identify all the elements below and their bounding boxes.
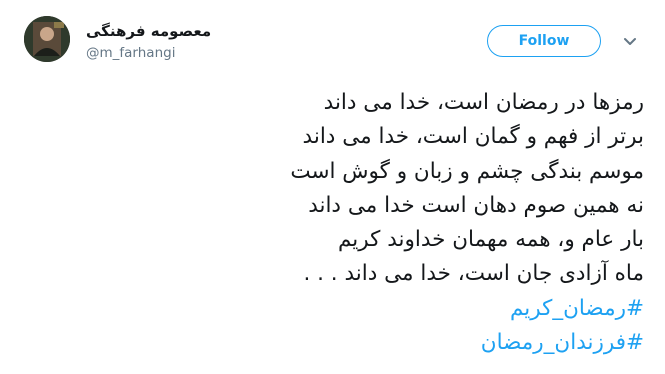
tweet-line: ماه آزادی جان است، خدا می داند . . . — [303, 261, 644, 287]
hashtag-link[interactable]: #فرزندان_رمضان — [44, 326, 644, 360]
user-info: معصومه فرهنگی @m_farhangi — [86, 21, 211, 62]
tweet-line: نه همین صوم دهان است خدا می داند — [308, 192, 644, 218]
tweet-line: بار عام و، همه مهمان خداوند کریم — [337, 227, 644, 253]
tweet-line: رمزها در رمضان است، خدا می داند — [323, 90, 644, 115]
profile-photo-avatar — [24, 16, 70, 62]
tweet-line: برتر از فهم و گمان است، خدا می داند — [302, 124, 644, 150]
avatar[interactable] — [24, 16, 70, 62]
follow-button[interactable]: Follow — [487, 25, 601, 57]
display-name[interactable]: معصومه فرهنگی — [86, 21, 211, 41]
user-handle[interactable]: @m_farhangi — [86, 44, 211, 62]
tweet-text: رمزها در رمضان است، خدا می داند برتر از … — [44, 86, 644, 360]
tweet-line: موسم بندگی چشم و زبان و گوش است — [290, 158, 644, 184]
chevron-down-icon[interactable] — [623, 37, 637, 47]
hashtag-link[interactable]: #رمضان_کریم — [44, 292, 644, 326]
